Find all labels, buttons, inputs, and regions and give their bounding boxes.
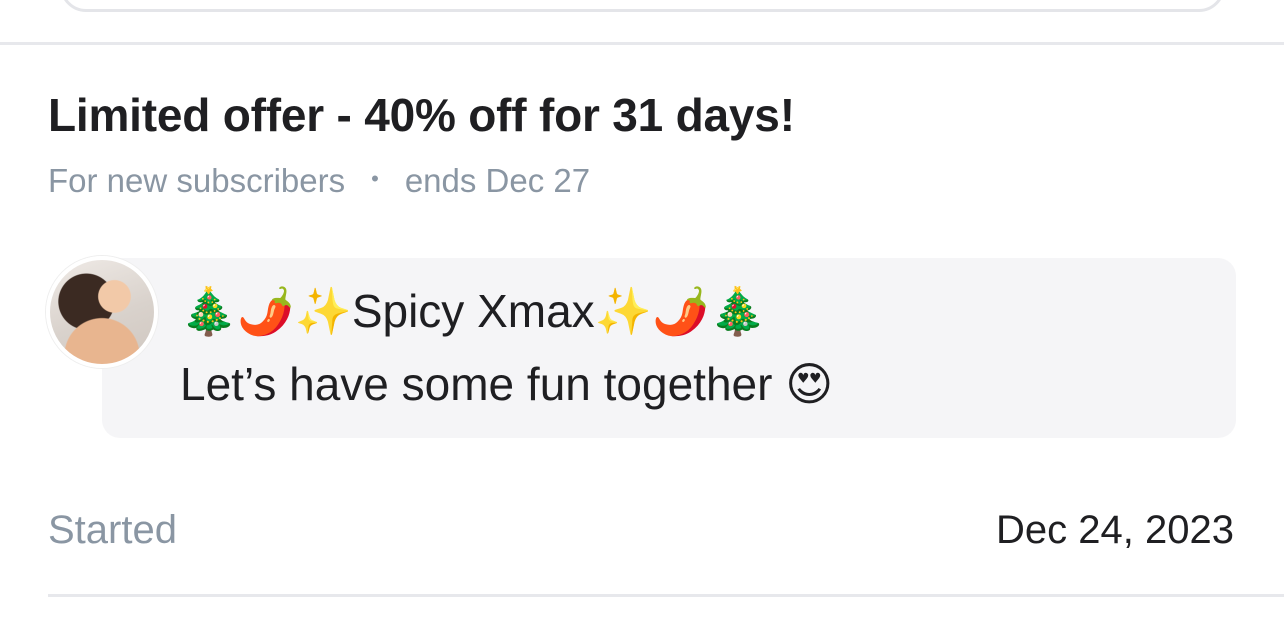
offer-title: Limited offer - 40% off for 31 days! xyxy=(48,89,795,141)
divider xyxy=(48,594,1284,597)
message-line-2: Let’s have some fun together 😍 xyxy=(180,358,834,410)
offer-audience: For new subscribers xyxy=(48,162,346,199)
offer-subtitle: For new subscribers • ends Dec 27 xyxy=(48,162,590,200)
message-line-1: 🎄🌶️✨Spicy Xmax✨🌶️🎄 xyxy=(180,285,767,337)
avatar[interactable] xyxy=(46,256,158,368)
started-label: Started xyxy=(48,508,177,552)
top-action-pill[interactable] xyxy=(60,0,1225,12)
separator-dot: • xyxy=(371,166,379,191)
offer-ends: ends Dec 27 xyxy=(404,162,591,199)
divider xyxy=(0,42,1284,45)
subscription-offer-panel: Limited offer - 40% off for 31 days! For… xyxy=(0,0,1284,630)
started-date: Dec 24, 2023 xyxy=(996,508,1234,552)
